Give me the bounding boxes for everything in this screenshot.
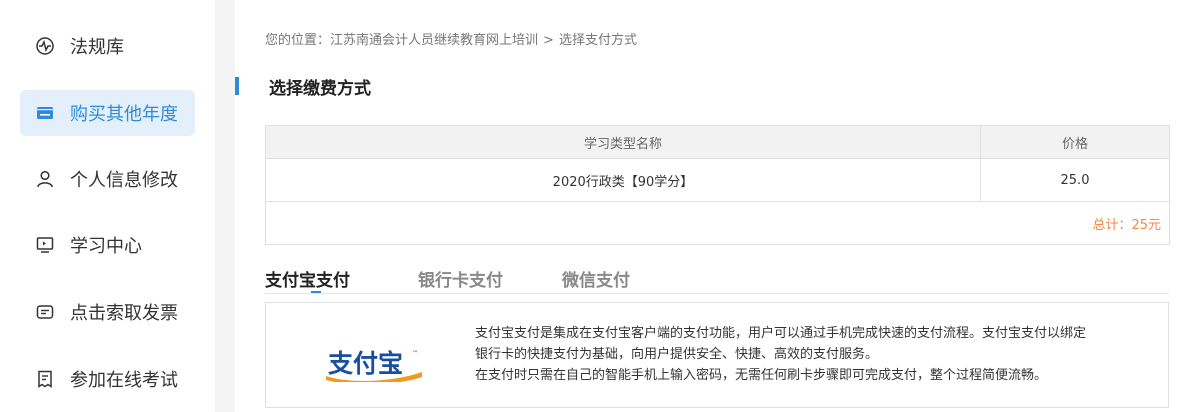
sidebar-item-regulations[interactable]: 法规库 [20, 23, 195, 69]
breadcrumb-separator: > [543, 33, 554, 48]
alipay-logo-text: 支付宝 [328, 349, 403, 378]
tab-bank-card[interactable]: 银行卡支付 [418, 266, 503, 291]
tab-alipay[interactable]: 支付宝支付 [265, 266, 350, 291]
section-title: 选择缴费方式 [269, 78, 371, 99]
description-line: 在支付时只需在自己的智能手机上输入密码，无需任何刷卡步骤即可完成支付，整个过程简… [475, 368, 1048, 383]
payment-panel: 支付宝 ™ 支付宝支付是集成在支付宝客户端的支付功能，用户可以通过手机完成快速的… [265, 302, 1169, 408]
section-accent-bar [235, 77, 239, 95]
sidebar-item-label: 参加在线考试 [70, 370, 178, 391]
active-tab-indicator [311, 291, 321, 293]
breadcrumb-site-link[interactable]: 江苏南通会计人员继续教育网上培训 [330, 33, 538, 48]
sidebar-item-learning-center[interactable]: 学习中心 [20, 222, 195, 268]
course-type-cell: 2020行政类【90学分】 [265, 158, 981, 202]
sidebar-item-profile[interactable]: 个人信息修改 [20, 156, 195, 202]
column-header-course-type: 学习类型名称 [265, 125, 981, 159]
alipay-description: 支付宝支付是集成在支付宝客户端的支付功能，用户可以通过手机完成快速的支付流程。支… [475, 323, 1155, 386]
sidebar-item-online-exam[interactable]: 参加在线考试 [20, 356, 195, 402]
monitor-icon [34, 234, 56, 256]
breadcrumb-current: 选择支付方式 [558, 33, 637, 48]
tab-wechat[interactable]: 微信支付 [562, 266, 630, 291]
table-header-row: 学习类型名称 价格 [265, 125, 1170, 159]
sidebar-item-buy-other-years[interactable]: 购买其他年度 [20, 90, 195, 136]
price-table: 学习类型名称 价格 2020行政类【90学分】 25.0 总计：25元 [265, 125, 1170, 245]
total-amount: 总计：25元 [265, 201, 1170, 245]
breadcrumb-prefix: 您的位置： [265, 33, 331, 48]
sidebar-item-label: 学习中心 [70, 236, 142, 257]
sidebar-divider [215, 0, 235, 412]
sidebar-item-label: 个人信息修改 [70, 170, 178, 191]
breadcrumb: 您的位置：江苏南通会计人员继续教育网上培训 > 选择支付方式 [265, 29, 637, 48]
total-row: 总计：25元 [265, 201, 1170, 245]
sidebar-item-label: 法规库 [70, 37, 124, 58]
pulse-icon [34, 35, 56, 57]
price-cell: 25.0 [980, 158, 1170, 202]
card-icon [34, 102, 56, 124]
section-header: 选择缴费方式 [235, 76, 371, 99]
tabs-divider [265, 293, 1169, 294]
table-row: 2020行政类【90学分】 25.0 [265, 158, 1170, 202]
description-line: 支付宝支付是集成在支付宝客户端的支付功能，用户可以通过手机完成快速的支付流程。支… [475, 326, 1087, 341]
invoice-icon [34, 301, 56, 323]
description-line: 银行卡的快捷支付为基础，向用户提供安全、快捷、高效的支付服务。 [475, 347, 879, 362]
alipay-logo-tm: ™ [412, 350, 418, 357]
alipay-logo: 支付宝 ™ [326, 349, 422, 382]
main-content: 您的位置：江苏南通会计人员继续教育网上培训 > 选择支付方式 选择缴费方式 学习类型… [235, 0, 1190, 412]
sidebar-item-invoice[interactable]: 点击索取发票 [20, 289, 195, 335]
payment-tabs: 支付宝支付 银行卡支付 微信支付 [265, 266, 1169, 296]
sidebar: 法规库 购买其他年度 个人信息修改 学习中心 点击索取发票 参加在线考试 [0, 0, 215, 412]
sidebar-item-label: 点击索取发票 [70, 303, 178, 324]
exam-icon [34, 368, 56, 390]
column-header-price: 价格 [980, 125, 1170, 159]
user-icon [34, 168, 56, 190]
sidebar-item-label: 购买其他年度 [70, 104, 178, 125]
